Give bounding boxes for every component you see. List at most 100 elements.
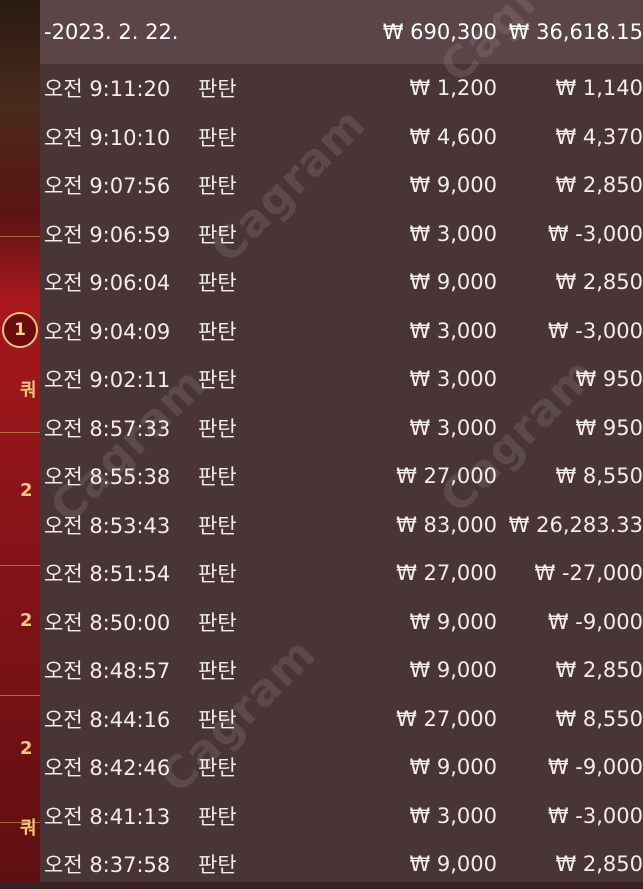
game-type: 판탄 [198,646,237,695]
divider [0,695,40,696]
bet-time: 오전 8:51:54 [44,549,170,598]
divider [0,236,40,237]
bet-history-row[interactable]: 오전 9:11:20 판탄 ₩ 1,200 ₩ 1,140 [40,64,643,113]
bet-amount: ₩ 3,000 [409,355,497,404]
bet-history-row[interactable]: 오전 9:06:59 판탄 ₩ 3,000 ₩ -3,000 [40,210,643,259]
game-type: 판탄 [198,501,237,550]
bet-amount: ₩ 4,600 [409,113,497,162]
bet-history-row[interactable]: 오전 8:42:46 판탄 ₩ 9,000 ₩ -9,000 [40,743,643,792]
bet-time: 오전 8:57:33 [44,404,170,453]
profit-loss: ₩ 8,550 [555,452,643,501]
bet-history-row[interactable]: 오전 9:06:04 판탄 ₩ 9,000 ₩ 2,850 [40,258,643,307]
profit-loss: ₩ 1,140 [555,64,643,113]
bet-time: 오전 8:41:13 [44,792,170,841]
summary-total-bet: ₩ 690,300 [383,0,497,64]
profit-loss: ₩ -3,000 [548,210,643,259]
profit-loss: ₩ 950 [575,404,643,453]
summary-date: -2023. 2. 22. [44,0,178,64]
bet-amount: ₩ 9,000 [409,743,497,792]
background-label: 2 [20,480,33,501]
game-table-background: 쿼 2 2 2 쿼 [0,0,40,882]
game-type: 판탄 [198,743,237,792]
profit-loss: ₩ 8,550 [555,695,643,744]
bet-history-row[interactable]: 오전 9:02:11 판탄 ₩ 3,000 ₩ 950 [40,355,643,404]
bet-amount: ₩ 3,000 [409,210,497,259]
background-label: 2 [20,738,33,759]
divider [0,432,40,433]
bet-history-row[interactable]: 오전 8:50:00 판탄 ₩ 9,000 ₩ -9,000 [40,598,643,647]
bet-time: 오전 9:07:56 [44,161,170,210]
game-type: 판탄 [198,792,237,841]
background-label: 쿼 [20,814,37,840]
profit-loss: ₩ 2,850 [555,840,643,889]
bet-time: 오전 9:06:04 [44,258,170,307]
game-type: 판탄 [198,113,237,162]
profit-loss: ₩ 950 [575,355,643,404]
profit-loss: ₩ -3,000 [548,792,643,841]
divider [0,565,40,566]
profit-loss: ₩ 2,850 [555,161,643,210]
bet-time: 오전 8:44:16 [44,695,170,744]
game-type: 판탄 [198,452,237,501]
bet-amount: ₩ 27,000 [396,452,497,501]
game-type: 판탄 [198,161,237,210]
profit-loss: ₩ -9,000 [548,743,643,792]
bet-amount: ₩ 27,000 [396,695,497,744]
game-type: 판탄 [198,404,237,453]
bet-time: 오전 9:02:11 [44,355,170,404]
background-label: 2 [20,610,33,631]
bet-amount: ₩ 27,000 [396,549,497,598]
bet-history-row[interactable]: 오전 8:57:33 판탄 ₩ 3,000 ₩ 950 [40,404,643,453]
bet-amount: ₩ 3,000 [409,307,497,356]
game-type: 판탄 [198,307,237,356]
bet-history-row[interactable]: 오전 9:10:10 판탄 ₩ 4,600 ₩ 4,370 [40,113,643,162]
date-summary-row[interactable]: -2023. 2. 22. ₩ 690,300 ₩ 36,618.15 [40,0,643,64]
game-type: 판탄 [198,840,237,889]
bet-history-row[interactable]: 오전 9:07:56 판탄 ₩ 9,000 ₩ 2,850 [40,161,643,210]
profit-loss: ₩ 2,850 [555,258,643,307]
game-type: 판탄 [198,355,237,404]
game-type: 판탄 [198,210,237,259]
background-label: 쿼 [20,376,37,402]
bet-history-row[interactable]: 오전 8:51:54판탄₩ 27,000₩ -27,000 [40,549,643,598]
bet-time: 오전 9:06:59 [44,210,170,259]
game-type: 판탄 [198,258,237,307]
profit-loss: ₩ 4,370 [555,113,643,162]
bet-history-panel: -2023. 2. 22. ₩ 690,300 ₩ 36,618.15 오전 9… [40,0,643,882]
bet-history-row[interactable]: 오전 8:37:58판탄₩ 9,000₩ 2,850 [40,840,643,889]
bet-amount: ₩ 9,000 [409,258,497,307]
bet-time: 오전 9:04:09 [44,307,170,356]
bet-history-row[interactable]: 오전 8:53:43 판탄 ₩ 83,000₩ 26,283.33 [40,501,643,550]
bet-history-row[interactable]: 오전 9:04:09 판탄 ₩ 3,000 ₩ -3,000 [40,307,643,356]
game-type: 판탄 [198,64,237,113]
bet-history-row[interactable]: 오전 8:48:57 판탄 ₩ 9,000 ₩ 2,850 [40,646,643,695]
bet-history-row[interactable]: 오전 8:44:16 판탄 ₩ 27,000 ₩ 8,550 [40,695,643,744]
bet-amount: ₩ 9,000 [409,598,497,647]
bet-amount: ₩ 3,000 [409,404,497,453]
bet-time: 오전 8:53:43 [44,501,170,550]
profit-loss: ₩ -27,000 [535,549,643,598]
bet-history-list: 오전 9:11:20 판탄 ₩ 1,200 ₩ 1,140 오전 9:10:10 판탄 ₩ … [40,64,643,889]
game-type: 판탄 [198,695,237,744]
profit-loss: ₩ -9,000 [548,598,643,647]
bet-amount: ₩ 9,000 [409,646,497,695]
bet-amount: ₩ 1,200 [409,64,497,113]
profit-loss: ₩ 2,850 [555,646,643,695]
summary-total-pl: ₩ 36,618.15 [509,0,643,64]
bet-amount: ₩ 83,000 [396,501,497,550]
round-number-badge: 1 [2,312,38,348]
bet-time: 오전 8:55:38 [44,452,170,501]
bet-time: 오전 9:10:10 [44,113,170,162]
bet-time: 오전 8:42:46 [44,743,170,792]
bet-time: 오전 9:11:20 [44,64,170,113]
bet-time: 오전 8:37:58 [44,840,170,889]
bet-time: 오전 8:50:00 [44,598,170,647]
bet-amount: ₩ 3,000 [409,792,497,841]
bet-history-row[interactable]: 오전 8:41:13 판탄 ₩ 3,000 ₩ -3,000 [40,792,643,841]
profit-loss: ₩ -3,000 [548,307,643,356]
bet-history-row[interactable]: 오전 8:55:38 판탄 ₩ 27,000 ₩ 8,550 [40,452,643,501]
profit-loss: ₩ 26,283.33 [509,501,643,550]
bet-time: 오전 8:48:57 [44,646,170,695]
game-type: 판탄 [198,598,237,647]
bet-amount: ₩ 9,000 [409,161,497,210]
